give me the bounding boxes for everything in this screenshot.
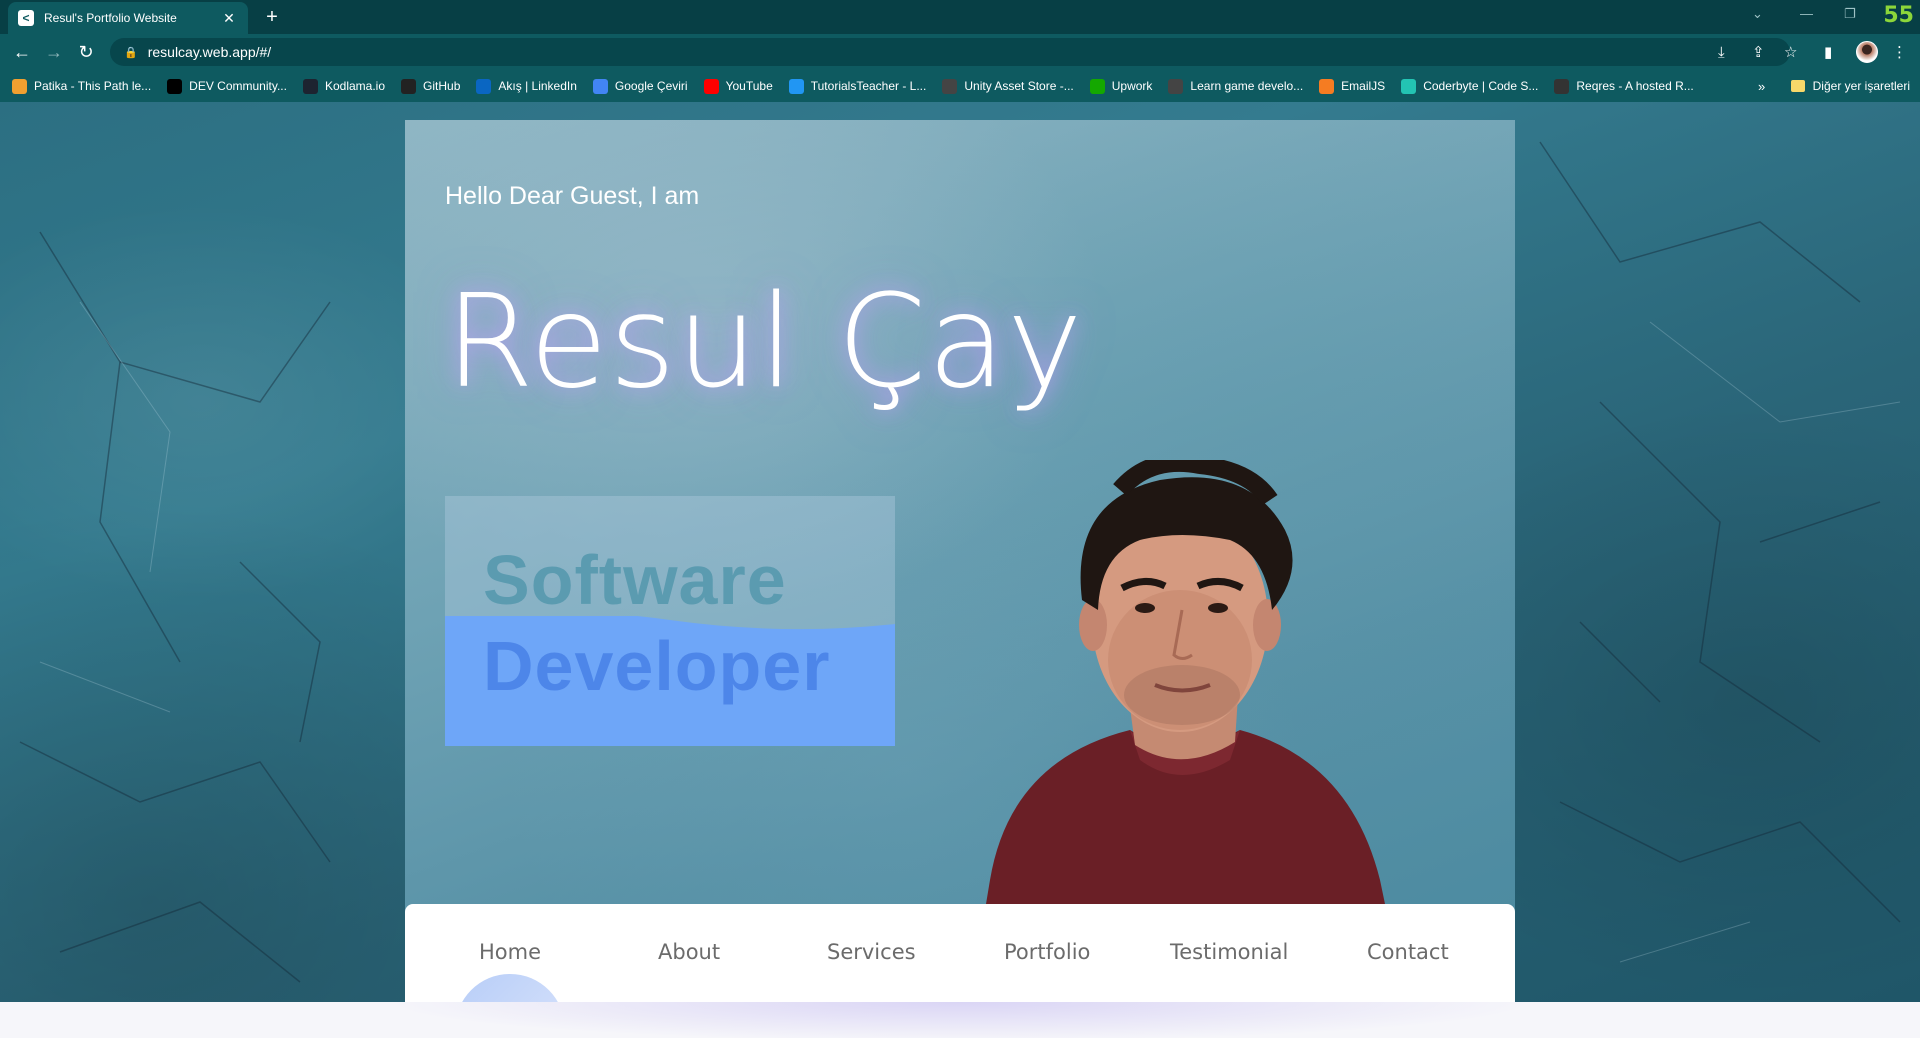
bookmark-label: Upwork <box>1111 79 1153 93</box>
bookmark-item[interactable]: GitHub <box>401 78 461 94</box>
bookmarks-bar: Patika - This Path le... DEV Community...… <box>0 70 1920 102</box>
coderbyte-icon <box>1401 78 1417 94</box>
bookmark-item[interactable]: DEV Community... <box>167 78 287 94</box>
upwork-icon <box>1089 78 1105 94</box>
emailjs-icon <box>1319 78 1335 94</box>
bookmark-label: EmailJS <box>1341 79 1386 93</box>
bookmark-label: Akış | LinkedIn <box>498 79 577 93</box>
nav-portfolio[interactable]: Portfolio <box>1004 940 1090 964</box>
bookmark-item[interactable]: Patika - This Path le... <box>12 78 152 94</box>
unity-learn-icon <box>1168 78 1184 94</box>
kodlama-icon <box>302 78 318 94</box>
restore-icon[interactable]: ❐ <box>1844 6 1856 22</box>
bookmark-label: Patika - This Path le... <box>34 79 152 93</box>
bookmark-item[interactable]: Kodlama.io <box>302 78 386 94</box>
side-panel-icon[interactable]: ▮ <box>1824 34 1832 70</box>
translate-icon <box>592 78 608 94</box>
web-page: Hello Dear Guest, I am Resul Çay Softwar… <box>0 102 1920 1038</box>
role-box: Software Developer <box>445 496 895 746</box>
reqres-icon <box>1554 78 1570 94</box>
new-tab-button[interactable]: + <box>260 5 284 29</box>
dev-icon <box>167 78 183 94</box>
bookmark-label: Reqres - A hosted R... <box>1576 79 1694 93</box>
browser-toolbar: ← → ↻ 🔒 resulcay.web.app/#/ ⤓ ⇪ ☆ ▮ ⋮ <box>0 34 1920 70</box>
bookmark-label: Unity Asset Store -... <box>964 79 1074 93</box>
bookmark-label: DEV Community... <box>189 79 287 93</box>
bookmark-item[interactable]: Akış | LinkedIn <box>476 78 577 94</box>
patika-icon <box>12 78 27 94</box>
bookmark-label: TutorialsTeacher - L... <box>810 79 927 93</box>
fps-counter: 55 <box>1883 3 1914 28</box>
bookmark-label: Kodlama.io <box>324 79 386 93</box>
bookmark-item[interactable]: Reqres - A hosted R... <box>1554 78 1694 94</box>
forward-icon[interactable]: → <box>38 42 70 63</box>
bookmark-label: Learn game develo... <box>1190 79 1304 93</box>
role-line-developer: Developer <box>483 627 831 705</box>
bookmark-label: Coderbyte | Code S... <box>1423 79 1539 93</box>
back-icon[interactable]: ← <box>6 42 38 63</box>
folder-icon <box>1790 80 1805 92</box>
unity-icon <box>942 78 958 94</box>
bookmark-item[interactable]: Coderbyte | Code S... <box>1401 78 1539 94</box>
bookmark-item[interactable]: Unity Asset Store -... <box>942 78 1074 94</box>
nav-contact[interactable]: Contact <box>1367 940 1449 964</box>
nav-services[interactable]: Services <box>827 940 916 964</box>
portfolio-icon: < <box>18 10 34 26</box>
reload-icon[interactable]: ↻ <box>70 42 102 63</box>
tab-search-icon[interactable]: ⌄ <box>1752 6 1763 22</box>
github-icon <box>401 78 417 94</box>
share-icon[interactable]: ⇪ <box>1752 34 1765 70</box>
hero-name: Resul Çay <box>445 268 1084 417</box>
minimize-icon[interactable]: — <box>1800 6 1813 21</box>
bookmark-item[interactable]: TutorialsTeacher - L... <box>788 78 927 94</box>
other-bookmarks-label: Diğer yer işaretleri <box>1812 79 1910 93</box>
other-bookmarks-button[interactable]: Diğer yer işaretleri <box>1790 70 1910 102</box>
nav-about[interactable]: About <box>658 940 720 964</box>
address-bar[interactable]: 🔒 resulcay.web.app/#/ <box>110 38 1790 66</box>
bookmark-item[interactable]: Learn game develo... <box>1168 78 1304 94</box>
lock-icon: 🔒 <box>124 46 138 59</box>
linkedin-icon <box>476 78 492 94</box>
tab-strip: < Resul's Portfolio Website ✕ + ⌄ — ❐ 55 <box>0 0 1920 34</box>
bookmark-label: YouTube <box>725 79 773 93</box>
bookmark-label: Google Çeviri <box>614 79 688 93</box>
bookmark-item[interactable]: YouTube <box>703 78 773 94</box>
profile-avatar[interactable] <box>1856 41 1878 63</box>
hero-greeting: Hello Dear Guest, I am <box>445 182 700 210</box>
bookmark-label: GitHub <box>423 79 461 93</box>
menu-kebab-icon[interactable]: ⋮ <box>1892 34 1907 70</box>
close-tab-icon[interactable]: ✕ <box>220 10 238 27</box>
bookmark-star-icon[interactable]: ☆ <box>1784 34 1797 70</box>
nav-testimonial[interactable]: Testimonial <box>1170 940 1288 964</box>
more-bookmarks-button[interactable]: » <box>1758 70 1765 102</box>
bookmark-item[interactable]: Google Çeviri <box>592 78 688 94</box>
role-line-software: Software <box>483 541 787 619</box>
nav-glow <box>380 1002 1540 1038</box>
install-app-icon[interactable]: ⤓ <box>1718 34 1725 70</box>
nav-home[interactable]: Home <box>479 940 541 964</box>
browser-tab[interactable]: < Resul's Portfolio Website ✕ <box>8 2 248 34</box>
youtube-icon <box>703 78 719 94</box>
hero-section: Hello Dear Guest, I am Resul Çay Softwar… <box>405 120 1515 1000</box>
bookmark-item[interactable]: EmailJS <box>1319 78 1386 94</box>
tutorialsteacher-icon <box>788 78 804 94</box>
url-text: resulcay.web.app/#/ <box>147 44 272 60</box>
tab-title: Resul's Portfolio Website <box>44 11 177 25</box>
bookmark-item[interactable]: Upwork <box>1089 78 1153 94</box>
